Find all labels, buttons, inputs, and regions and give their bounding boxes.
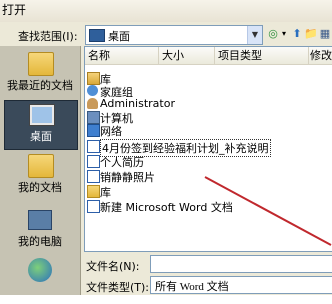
- my-computer-icon: [28, 210, 52, 230]
- desktop-icon: [89, 29, 105, 42]
- place-label: 桌面: [30, 130, 52, 143]
- places-bar: 我最近的文档 桌面 我的文档 我的电脑: [0, 46, 81, 295]
- filename-input[interactable]: [150, 255, 332, 273]
- place-label: 我最近的文档: [7, 79, 73, 92]
- filetype-dropdown[interactable]: 所有 Word 文档: [150, 276, 332, 294]
- place-my-documents[interactable]: 我的文档: [4, 152, 76, 200]
- new-folder-button[interactable]: 📁: [304, 25, 318, 43]
- my-documents-icon: [28, 154, 54, 178]
- look-in-value: 桌面: [108, 30, 130, 43]
- place-label: 我的文档: [18, 181, 62, 194]
- place-recent-documents[interactable]: 我最近的文档: [4, 50, 76, 98]
- annotation-arrow-line: [204, 176, 332, 246]
- back-button[interactable]: ◎: [266, 25, 280, 43]
- network-places-icon: [28, 258, 52, 282]
- up-folder-button[interactable]: ⬆: [290, 25, 304, 43]
- filetype-value: 所有 Word 文档: [155, 281, 229, 293]
- recent-documents-icon: [28, 52, 54, 76]
- views-button[interactable]: ▦: [318, 25, 332, 43]
- window-title: 打开: [2, 3, 27, 17]
- chevron-down-icon[interactable]: ▼: [247, 26, 262, 44]
- place-network[interactable]: [4, 256, 76, 304]
- back-dropdown-icon[interactable]: ▾: [280, 25, 288, 43]
- open-dialog: 查找范围(I): 桌面 ▼ ◎ ▾ ⬆ 📁 ▦ 我最近的文档 桌面 我的文档 我…: [0, 22, 332, 295]
- filetype-label: 文件类型(T):: [86, 281, 150, 294]
- title-bar: 打开: [0, 0, 332, 23]
- annotation-arrow: [204, 176, 332, 246]
- desktop-icon: [30, 105, 54, 125]
- filename-label: 文件名(N):: [86, 260, 140, 273]
- file-list[interactable]: 名称 大小 项目类型 修改日 库 家庭组 Administrator 计算机 网…: [84, 46, 332, 252]
- place-my-computer[interactable]: 我的电脑: [4, 206, 76, 254]
- look-in-dropdown[interactable]: 桌面 ▼: [85, 25, 263, 45]
- place-label: 我的电脑: [18, 235, 62, 248]
- place-desktop[interactable]: 桌面: [4, 100, 78, 150]
- look-in-label: 查找范围(I):: [18, 30, 78, 43]
